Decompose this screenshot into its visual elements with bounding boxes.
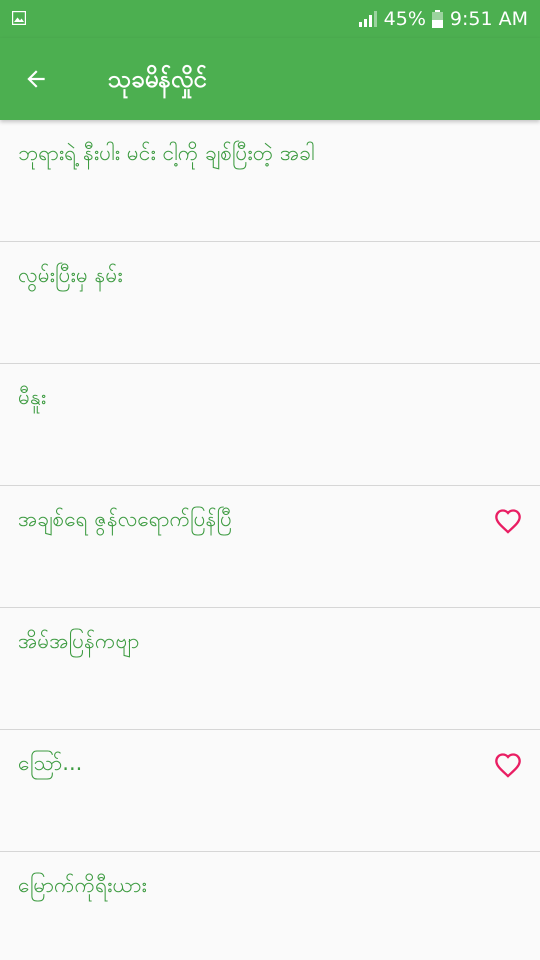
page-title: သုခမိန်လှိုင် <box>108 65 207 93</box>
back-button[interactable] <box>16 59 56 99</box>
song-title: ဘုရားရဲ့ နီးပါး မင်း ငါ့ကို ချစ်ပြီးတဲ့ … <box>18 141 315 165</box>
arrow-left-icon <box>27 70 45 88</box>
app-bar: သုခမိန်လှိုင် <box>0 38 540 120</box>
signal-icon <box>358 11 377 27</box>
song-title: မြောက်ကိုရီးယား <box>18 873 147 897</box>
list-item[interactable]: ဘုရားရဲ့ နီးပါး မင်း ငါ့ကို ချစ်ပြီးတဲ့ … <box>0 120 540 242</box>
clock: 9:51 AM <box>449 8 528 30</box>
song-title: မီနူး <box>18 385 47 409</box>
list-item[interactable]: မီနူး <box>0 364 540 486</box>
song-title: ဩော်... <box>18 751 83 775</box>
image-icon <box>12 11 26 25</box>
song-list: ဘုရားရဲ့ နီးပါး မင်း ငါ့ကို ချစ်ပြီးတဲ့ … <box>0 120 540 960</box>
battery-icon <box>431 10 443 28</box>
list-item[interactable]: အိမ်အပြန်ကဗျာ <box>0 608 540 730</box>
list-item[interactable]: ဩော်... <box>0 730 540 852</box>
song-title: အိမ်အပြန်ကဗျာ <box>18 629 140 653</box>
status-bar: 45% 9:51 AM <box>0 0 540 38</box>
list-item[interactable]: အချစ်ရေ ဇွန်လရောက်ပြန်ပြီ <box>0 486 540 608</box>
list-item[interactable]: လွမ်းပြီးမှ နမ်း <box>0 242 540 364</box>
list-item[interactable]: မြောက်ကိုရီးယား <box>0 852 540 960</box>
heart-icon[interactable] <box>494 752 522 778</box>
song-title: လွမ်းပြီးမှ နမ်း <box>18 263 123 287</box>
song-title: အချစ်ရေ ဇွန်လရောက်ပြန်ပြီ <box>18 507 232 531</box>
battery-percent: 45% <box>383 8 426 30</box>
heart-icon[interactable] <box>494 508 522 534</box>
